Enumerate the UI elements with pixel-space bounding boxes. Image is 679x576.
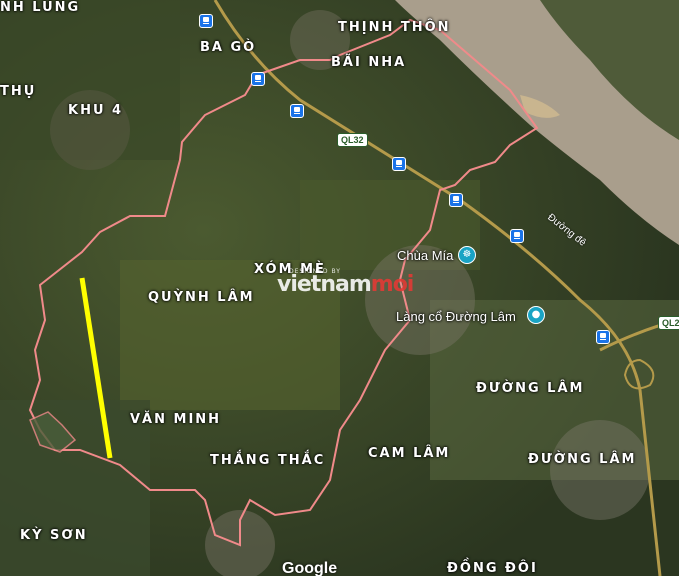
google-logo: Google (282, 560, 338, 576)
place-label: BÃI NHA (331, 55, 407, 70)
watermark-text: vietnammoi (277, 272, 414, 297)
place-label: CAM LÂM (368, 446, 451, 461)
bus-stop-icon[interactable] (199, 14, 213, 28)
road-shield-ql2: QL2 (658, 316, 679, 330)
place-label: THỤ (0, 84, 37, 99)
camera-icon[interactable]: ● (527, 306, 545, 324)
place-label: THỊNH THÔN (338, 20, 451, 35)
place-label: ĐƯỜNG LÂM (528, 452, 637, 467)
place-label: VĂN MINH (130, 412, 222, 427)
bus-stop-icon[interactable] (596, 330, 610, 344)
poi-label-lang-co[interactable]: Làng cổ Đường Lâm (396, 309, 516, 324)
bus-stop-icon[interactable] (510, 229, 524, 243)
place-label: QUỲNH LÂM (148, 290, 255, 305)
bus-stop-icon[interactable] (290, 104, 304, 118)
bus-stop-icon[interactable] (392, 157, 406, 171)
map-view[interactable]: NH LUNG BA GÒ THỊNH THÔN BÃI NHA THỤ KHU… (0, 0, 679, 576)
temple-icon[interactable]: ☸ (458, 246, 476, 264)
place-label: KHU 4 (68, 103, 124, 118)
bus-stop-icon[interactable] (251, 72, 265, 86)
place-label: THẮNG THẮC (210, 453, 326, 468)
place-label: KỲ SƠN (20, 528, 88, 543)
vietnammoi-watermark: DESIGNED BY vietnammoi (277, 268, 414, 297)
place-label: BA GÒ (200, 40, 257, 55)
bus-stop-icon[interactable] (449, 193, 463, 207)
place-label: NH LUNG (0, 0, 81, 15)
place-label: ĐỒNG ĐÔI (447, 561, 538, 576)
poi-label-chua-mia[interactable]: Chùa Mía (397, 248, 453, 263)
place-label: ĐƯỜNG LÂM (476, 381, 585, 396)
road-shield-ql32: QL32 (337, 133, 368, 147)
